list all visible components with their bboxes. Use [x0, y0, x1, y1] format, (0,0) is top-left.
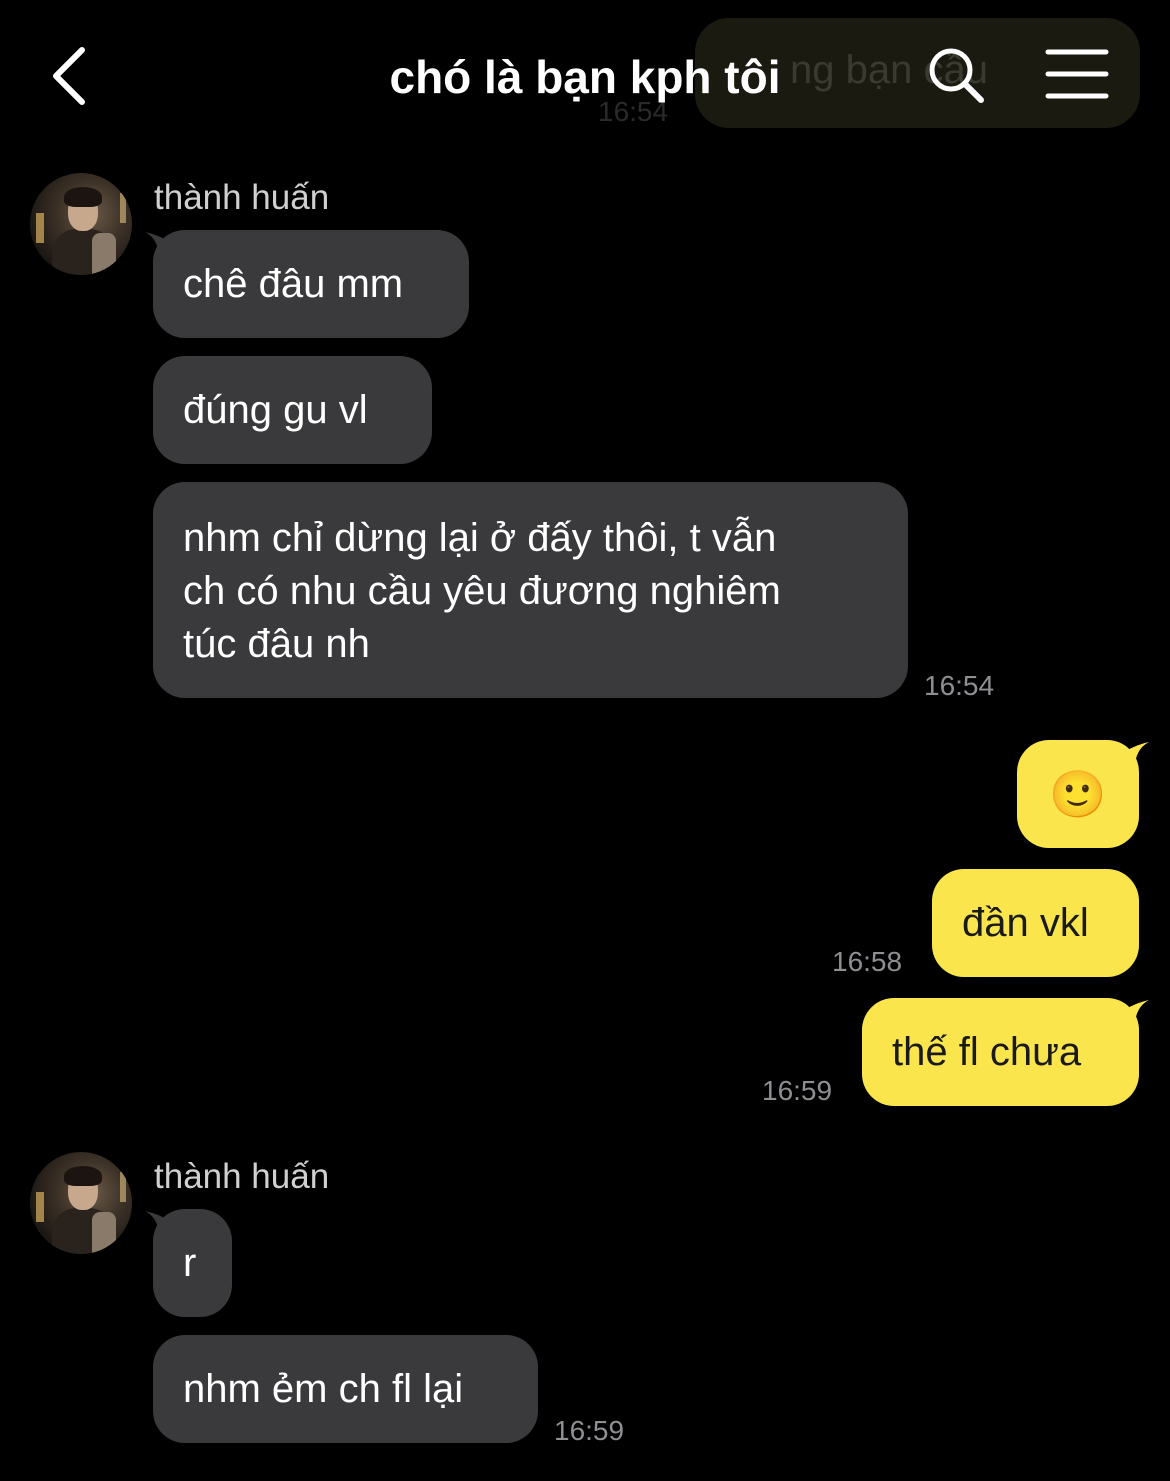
contact-avatar[interactable]	[30, 173, 132, 275]
message-bubble[interactable]: đần vkl	[932, 869, 1139, 977]
search-button[interactable]	[925, 44, 987, 106]
message-text: đúng gu vl	[183, 388, 368, 432]
message-text: chê đâu mm	[183, 262, 404, 306]
message-text: thế fl chưa	[892, 1030, 1082, 1074]
message-timestamp: 16:54	[924, 670, 995, 701]
message-text: đần vkl	[962, 901, 1089, 945]
search-icon	[929, 48, 984, 103]
message-text: nhm ẻm ch fl lại	[183, 1367, 464, 1411]
message-text-line: ch có nhu cầu yêu đương nghiêm	[183, 569, 781, 613]
message-bubble[interactable]: nhm chỉ dừng lại ở đấy thôi, t vẫn ch có…	[153, 482, 908, 698]
slightly-smiling-face-emoji: 🙂	[1049, 768, 1107, 820]
sender-name: thành huấn	[154, 178, 330, 217]
message-bubble[interactable]: chê đâu mm	[153, 230, 469, 338]
menu-button[interactable]	[1044, 48, 1110, 100]
sender-name: thành huấn	[154, 1157, 330, 1196]
chat-title: chó là bạn kph tôi	[389, 51, 781, 103]
message-bubble[interactable]: thế fl chưa	[862, 998, 1139, 1106]
message-text: r	[183, 1241, 197, 1285]
message-bubble[interactable]: đúng gu vl	[153, 356, 432, 464]
message-timestamp: 16:59	[554, 1415, 625, 1446]
hamburger-menu-icon	[1045, 49, 1109, 99]
message-text-line: túc đâu nh	[183, 622, 370, 666]
message-bubble[interactable]: 🙂	[1017, 740, 1139, 848]
contact-avatar[interactable]	[30, 1152, 132, 1254]
message-bubble[interactable]: nhm ẻm ch fl lại	[153, 1335, 538, 1443]
message-bubble[interactable]: r	[153, 1209, 232, 1317]
message-text-line: nhm chỉ dừng lại ở đấy thôi, t vẫn	[183, 516, 777, 560]
message-timestamp: 16:58	[832, 946, 903, 977]
message-timestamp: 16:59	[762, 1075, 833, 1106]
